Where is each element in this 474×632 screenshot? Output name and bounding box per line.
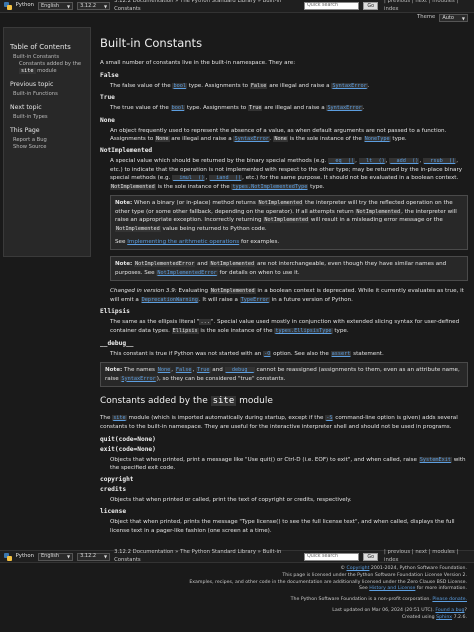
syntaxerror-link[interactable]: SyntaxError [326, 105, 363, 112]
quick-search-input[interactable]: Quick search [303, 552, 360, 561]
eq-link[interactable]: __eq__() [328, 158, 356, 165]
exit-term: exit(code=None) [100, 445, 156, 453]
credits-term: credits [100, 486, 127, 494]
true-term: True [100, 94, 115, 102]
language-select[interactable]: English ▼ [37, 2, 74, 10]
nonetype-link[interactable]: NoneType [363, 135, 391, 142]
license-term: license [100, 508, 127, 516]
python-logo-icon[interactable] [4, 552, 12, 561]
quit-term: quit(code=None) [100, 435, 156, 443]
toc-item-site-module[interactable]: site module [19, 68, 85, 75]
add-link[interactable]: __add__() [389, 158, 420, 165]
product-name[interactable]: Python [16, 553, 34, 561]
systemexit-link[interactable]: SystemExit [418, 456, 452, 463]
ellipsis-term: Ellipsis [100, 308, 130, 316]
iand-link[interactable]: __iand__() [208, 175, 243, 182]
go-button[interactable]: Go [363, 2, 379, 10]
toc-title: Table of Contents [10, 43, 71, 51]
rsub-link[interactable]: __rsub__() [422, 158, 457, 165]
site-link[interactable]: site [112, 415, 127, 422]
found-bug-link[interactable]: Found a bug [435, 608, 464, 613]
none-term: None [100, 116, 115, 124]
site-intro: The site module (which is imported autom… [100, 415, 458, 430]
chevron-down-icon: ▼ [104, 554, 108, 559]
history-license-link[interactable]: History and License [369, 586, 415, 591]
version-changed-note: Changed in version 3.9: Evaluating NotIm… [110, 288, 464, 303]
this-page-title: This Page [10, 127, 40, 135]
page-title: Built-in Constants [100, 36, 203, 50]
theme-label: Theme [417, 14, 436, 21]
syntaxerror-link[interactable]: SyntaxError [120, 375, 157, 382]
typeerror-link[interactable]: TypeError [239, 296, 270, 303]
previous-topic-title: Previous topic [10, 81, 54, 89]
next-topic-title: Next topic [10, 104, 42, 112]
false-link[interactable]: False [174, 367, 193, 374]
debug-link[interactable]: __debug__ [224, 367, 255, 374]
breadcrumb[interactable]: 3.12.2 Documentation » The Python Standa… [114, 0, 300, 14]
chevron-down-icon: ▼ [67, 3, 71, 9]
copyright-term: copyright [100, 476, 134, 484]
report-bug-link[interactable]: Report a Bug [13, 137, 85, 144]
donate-link[interactable]: Please donate. [432, 597, 467, 602]
breadcrumb[interactable]: 3.12.2 Documentation » The Python Standa… [114, 549, 300, 564]
previous-topic-link[interactable]: Built-in Functions [13, 91, 85, 98]
note-box: Note: When a binary (or in-place) method… [110, 195, 468, 251]
assert-link[interactable]: assert [330, 350, 352, 357]
true-desc: The true value of the bool type. Assignm… [110, 105, 365, 112]
nav-links[interactable]: | previous | next | modules | index [384, 549, 470, 564]
note-box: Note: The names None, False, True and __… [100, 362, 468, 388]
go-button[interactable]: Go [363, 552, 379, 561]
toc-item-built-in-constants[interactable]: Built-in Constants [13, 54, 85, 61]
copyright-desc: Objects that when printed or called, pri… [110, 497, 352, 504]
none-desc: An object frequently used to represent t… [110, 127, 447, 142]
sphinx-link[interactable]: Sphinx [436, 615, 452, 620]
ellipsis-desc: The same as the ellipsis literal "...". … [110, 319, 460, 334]
imul-link[interactable]: __imul__() [172, 175, 206, 182]
show-source-link[interactable]: Show Source [13, 144, 85, 151]
theme-switcher: Theme Auto ▼ [417, 14, 468, 22]
language-select[interactable]: English ▼ [37, 552, 74, 561]
syntaxerror-link[interactable]: SyntaxError [233, 135, 270, 142]
notimplemented-term: NotImplemented [100, 147, 153, 155]
version-select[interactable]: 3.12.2 ▼ [77, 2, 111, 10]
main-content: Built-in Constants A small number of con… [100, 27, 468, 539]
true-link[interactable]: True [196, 367, 211, 374]
false-desc: The false value of the bool type. Assign… [110, 82, 370, 89]
product-name[interactable]: Python [16, 2, 34, 10]
note-box: Note: NotImplementedError and NotImpleme… [110, 256, 468, 282]
intro-text: A small number of constants live in the … [100, 59, 296, 66]
nav-links[interactable]: | previous | next | modules | index [384, 0, 470, 14]
deprecationwarning-link[interactable]: DeprecationWarning [140, 296, 199, 303]
debug-term: __debug__ [100, 339, 134, 347]
ellipsistype-link[interactable]: types.EllipsisType [274, 328, 333, 334]
notimplemented-desc: A special value which should be returned… [110, 158, 463, 190]
sidebar: Table of Contents Built-in Constants Con… [3, 27, 91, 257]
python-logo-icon[interactable] [4, 2, 12, 10]
version-select[interactable]: 3.12.2 ▼ [77, 552, 111, 561]
none-link[interactable]: None [156, 367, 172, 374]
arithmetic-operations-link[interactable]: Implementing the arithmetic operations [127, 239, 239, 245]
syntaxerror-link[interactable]: SyntaxError [331, 82, 368, 89]
bool-link[interactable]: bool [170, 105, 186, 112]
false-term: False [100, 71, 119, 79]
section-heading: Constants added by the site module [100, 396, 273, 407]
debug-desc: This constant is true if Python was not … [110, 350, 384, 357]
quit-desc: Objects that when printed, print a messa… [110, 456, 466, 472]
bottom-navbar: Python English ▼ 3.12.2 ▼ 3.12.2 Documenta… [0, 549, 474, 564]
bool-link[interactable]: bool [172, 82, 187, 89]
footer: © Copyright 2001-2024, Python Software F… [189, 566, 467, 620]
theme-select[interactable]: Auto ▼ [439, 14, 468, 22]
license-desc: Object that when printed, prints the mes… [110, 519, 455, 534]
chevron-down-icon: ▼ [67, 554, 71, 559]
lt-link[interactable]: __lt__() [358, 158, 386, 165]
notimplementederror-link[interactable]: NotImplementedError [156, 269, 218, 276]
top-navbar: Python English ▼ 3.12.2 ▼ 3.12.2 Documenta… [0, 0, 474, 13]
toc-item-site-constants[interactable]: Constants added by the [19, 61, 85, 68]
chevron-down-icon: ▼ [461, 15, 465, 21]
quick-search-input[interactable]: Quick search [303, 2, 360, 10]
notimplementedtype-link[interactable]: types.NotImplementedType [231, 183, 309, 190]
chevron-down-icon: ▼ [104, 3, 108, 9]
next-topic-link[interactable]: Built-in Types [13, 114, 85, 121]
copyright-link[interactable]: Copyright [347, 566, 370, 571]
